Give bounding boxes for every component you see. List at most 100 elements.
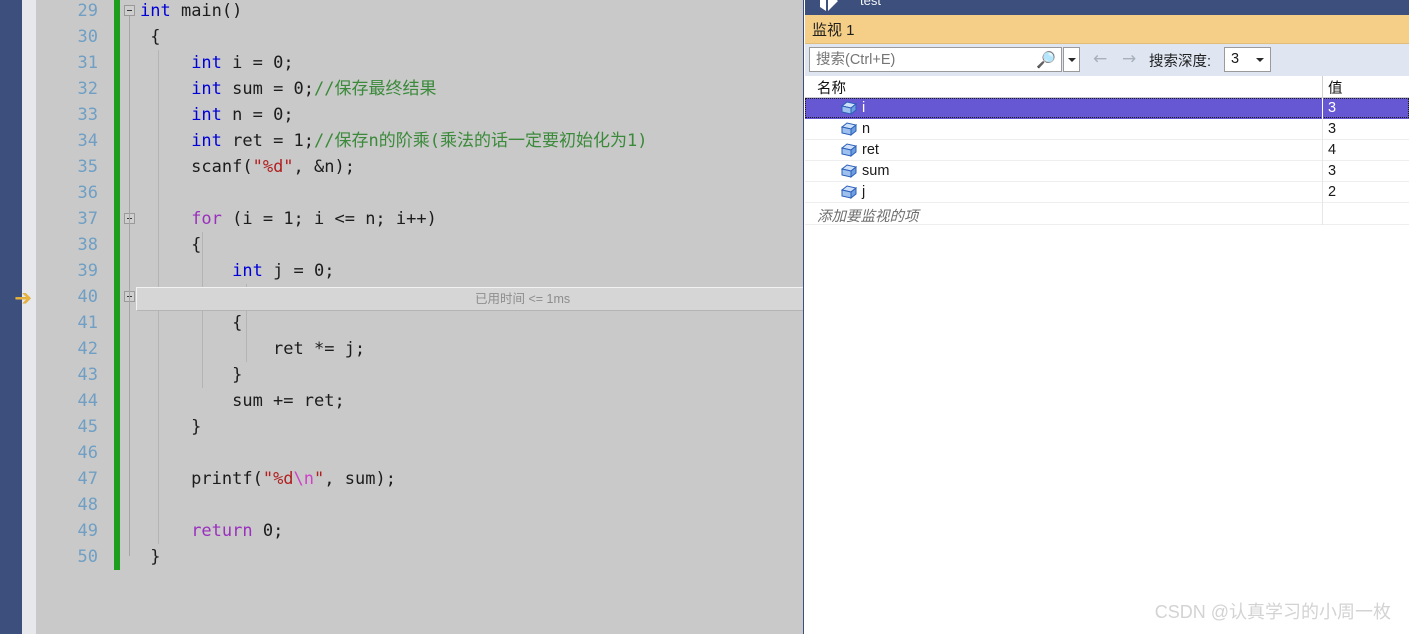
watch-row[interactable]: i3 [805,98,1409,119]
code-line[interactable]: { [140,232,201,258]
code-line[interactable]: sum += ret; [140,388,345,414]
line-number: 44 [77,391,98,411]
elapsed-time-annotation: 已用时间 <= 1ms [475,292,571,306]
watch-row[interactable]: ret 4 [805,140,1409,161]
code-token: int [191,79,222,99]
search-depth-select[interactable]: 3 [1224,47,1271,72]
watch-grid: 名称 值 i 3 n 3 ret 4 sum 3 j 2 添加要监视的项 [805,76,1409,634]
line-number: 30 [77,27,98,47]
code-token: j = 0; [262,261,335,281]
watch-variable-value[interactable]: 4 [1328,142,1336,158]
line-number: 46 [77,443,98,463]
code-line[interactable]: int sum = 0;//保存最终结果 [140,76,436,102]
search-options-chevron-down-icon[interactable] [1063,47,1080,72]
line-number: 37 [77,209,98,229]
search-depth-label: 搜索深度: [1149,54,1212,70]
row-column-divider [1322,119,1323,140]
watch-variable-name: sum [862,163,890,179]
code-token: " [314,469,325,489]
code-line[interactable]: int j = 0; [140,258,335,284]
code-text-area[interactable]: int main() { int i = 0; int sum = 0;//保存… [140,0,804,634]
watch-row[interactable]: sum 3 [805,161,1409,182]
line-number: 40 [77,287,98,307]
code-token: //保存n的阶乘(乘法的话一定要初始化为1) [314,131,648,151]
line-number: 35 [77,157,98,177]
code-line[interactable]: scanf("%d", &n); [140,154,355,180]
code-token: { [140,235,202,255]
breakpoint-gutter[interactable] [22,0,36,634]
watch-variable-value[interactable]: 3 [1328,163,1336,179]
column-header-name[interactable]: 名称 [817,77,846,98]
line-number: 29 [77,1,98,21]
variable-cube-icon [840,101,858,116]
code-line[interactable]: for (i = 1; i <= n; i++) [140,206,437,232]
code-token: ret = 1; [221,131,315,151]
variable-cube-icon [840,122,858,137]
code-line[interactable]: { [140,310,242,336]
code-line[interactable]: int i = 0; [140,50,293,76]
code-token: , sum); [324,469,396,489]
code-line[interactable]: return 0; [140,518,283,544]
code-token: int [232,261,263,281]
watch-row[interactable]: n3 [805,119,1409,140]
code-token: } [140,365,243,385]
magnifier-icon[interactable]: 🔍 [1036,50,1056,69]
watch-variable-value[interactable]: 2 [1328,184,1336,200]
code-line[interactable]: } [140,362,242,388]
current-statement-highlight [136,287,804,311]
navigate-back-arrow-left-icon[interactable]: ← [1093,50,1107,69]
watch-panel-title: 监视 1 [812,22,855,39]
line-number: 45 [77,417,98,437]
code-line[interactable]: } [140,544,160,570]
code-token: ret *= j; [140,339,366,359]
code-line[interactable]: } [140,414,201,440]
row-column-divider [1322,203,1323,225]
code-line[interactable]: { [140,24,160,50]
search-input[interactable] [816,51,1031,69]
variable-cube-icon [840,164,858,179]
navigate-forward-arrow-right-icon[interactable]: → [1122,50,1136,69]
code-token: , &n); [293,157,355,177]
watch-variable-value[interactable]: 3 [1328,100,1336,116]
watch-panel: test 监视 1 🔍 ← → 搜索深度: 3 名称 值 i [805,0,1409,634]
code-line[interactable]: int ret = 1;//保存n的阶乘(乘法的话一定要初始化为1) [140,128,647,154]
code-token: int [191,131,222,151]
column-divider-name-value[interactable] [1322,76,1323,98]
line-number: 34 [77,131,98,151]
line-number: 31 [77,53,98,73]
watch-variable-name: i [862,100,866,116]
line-number: 43 [77,365,98,385]
visual-studio-icon [820,0,838,11]
row-column-divider [1322,140,1323,161]
line-number: 41 [77,313,98,333]
code-token: "%d" [252,157,294,177]
fold-toggle-icon[interactable] [124,5,135,16]
csdn-watermark: CSDN @认真学习的小周一枚 [1154,602,1391,622]
row-column-divider [1322,98,1323,119]
visual-studio-debug-screenshot: ➔ 29 30 31 32 33 34 35 36 37 38 39 40 41 42 43 44 45 46 47… [0,0,1409,634]
column-header-value[interactable]: 值 [1328,77,1343,98]
code-token: { [140,313,243,333]
row-column-divider [1322,161,1323,182]
window-titlebar: test [805,0,1409,15]
watch-variable-value[interactable]: 3 [1328,121,1336,137]
code-folding-column[interactable] [122,0,140,634]
watch-variable-name: j [862,184,866,200]
watch-toolbar: 🔍 ← → 搜索深度: 3 [805,44,1409,76]
code-line[interactable]: printf("%d\n", sum); [140,466,396,492]
search-box[interactable]: 🔍 [809,47,1062,72]
line-number-column: 29 30 31 32 33 34 35 36 37 38 39 40 41 42 43 44 45 46 47 48… [36,0,110,634]
watch-row[interactable]: j2 [805,182,1409,203]
code-line[interactable]: int n = 0; [140,102,294,128]
add-watch-row[interactable]: 添加要监视的项 [805,203,1409,225]
watch-variable-name: n [862,121,871,137]
code-line[interactable]: ret *= j; [140,336,365,362]
add-watch-placeholder: 添加要监视的项 [817,209,919,225]
line-number: 38 [77,235,98,255]
search-depth-value: 3 [1231,51,1240,67]
code-token: for [191,209,222,229]
fold-connector-line [129,16,130,556]
code-token: n = 0; [221,105,294,125]
code-line[interactable]: int main() [140,0,242,24]
